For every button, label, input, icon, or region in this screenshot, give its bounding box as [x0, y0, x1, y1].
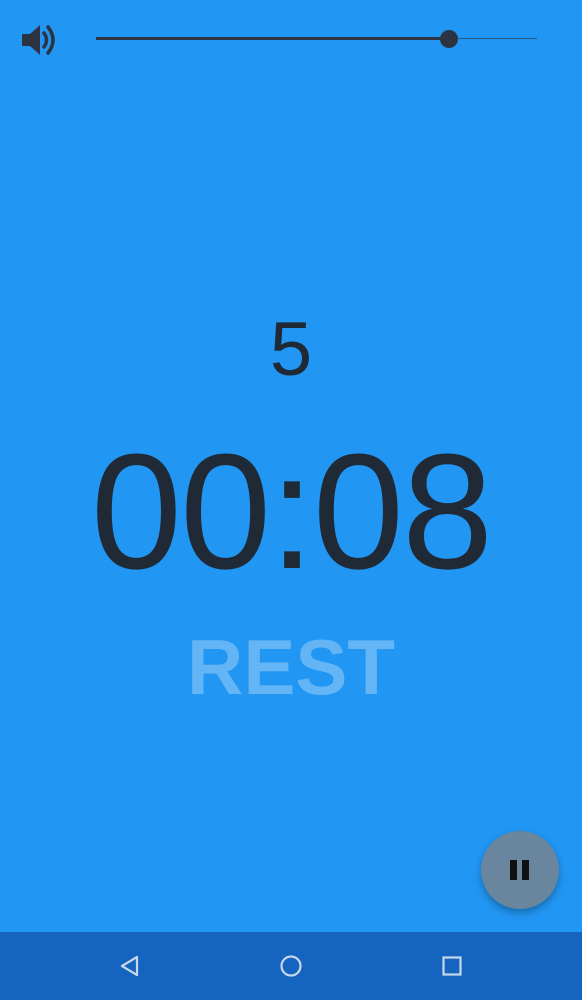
timer-screen: 5 00:08 REST: [0, 0, 582, 932]
volume-row: [0, 0, 582, 80]
pause-icon: [508, 858, 532, 882]
volume-slider[interactable]: [96, 28, 537, 50]
volume-up-icon[interactable]: [18, 20, 60, 60]
volume-slider-fill: [96, 37, 449, 40]
round-counter: 5: [269, 307, 313, 392]
system-navigation-bar: [0, 932, 582, 1000]
pause-button[interactable]: [481, 831, 559, 909]
countdown-timer: 00:08: [90, 420, 493, 603]
recents-square-icon[interactable]: [432, 946, 472, 986]
phase-label: REST: [186, 623, 396, 711]
home-circle-icon[interactable]: [271, 946, 311, 986]
volume-slider-thumb[interactable]: [439, 30, 458, 48]
back-triangle-icon[interactable]: [110, 946, 150, 986]
